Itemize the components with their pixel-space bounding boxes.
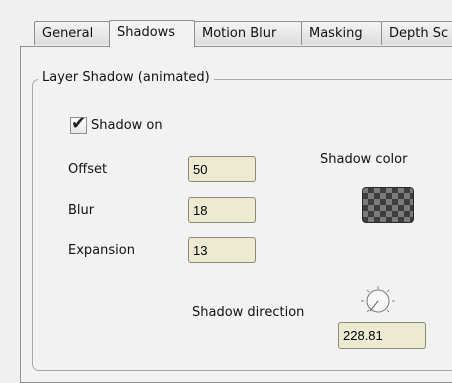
- blur-label: Blur: [68, 203, 95, 218]
- shadow-on-label: Shadow on: [91, 117, 163, 133]
- tab-masking[interactable]: Masking: [301, 21, 382, 45]
- angle-dial-icon[interactable]: [358, 286, 398, 316]
- shadow-direction-field[interactable]: [338, 322, 426, 349]
- blur-field[interactable]: [188, 197, 256, 223]
- shadow-on-checkbox[interactable]: ✔ Shadow on: [70, 113, 163, 134]
- tab-motion-blur[interactable]: Motion Blur: [194, 21, 302, 45]
- expansion-label: Expansion: [68, 243, 135, 258]
- shadow-direction-label: Shadow direction: [192, 305, 305, 320]
- tab-shadows[interactable]: Shadows: [109, 20, 195, 47]
- tab-general[interactable]: General: [34, 21, 110, 45]
- tab-depth[interactable]: Depth Sc: [381, 21, 452, 45]
- offset-label: Offset: [68, 162, 108, 177]
- group-title: Layer Shadow (animated): [38, 69, 214, 87]
- tab-strip: General Shadows Motion Blur Masking Dept…: [34, 20, 452, 47]
- shadow-color-swatch[interactable]: [362, 187, 414, 223]
- shadow-color-label: Shadow color: [320, 152, 408, 167]
- checkbox-icon: ✔: [70, 113, 87, 134]
- offset-field[interactable]: [188, 156, 256, 182]
- expansion-field[interactable]: [188, 237, 256, 263]
